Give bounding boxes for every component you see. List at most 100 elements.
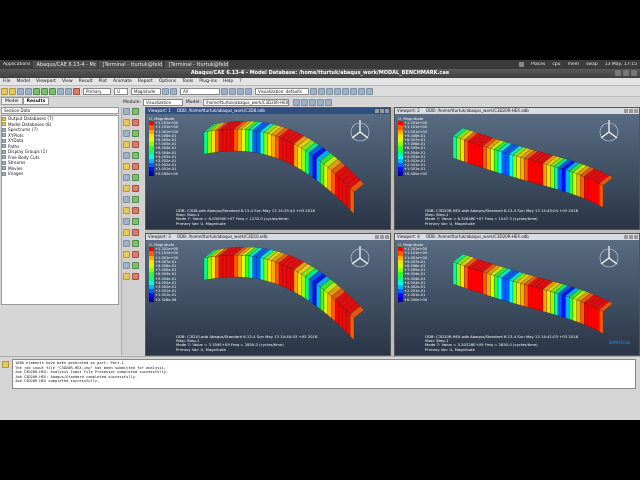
tab-results[interactable]: Results xyxy=(22,97,50,105)
view-triad-icon[interactable] xyxy=(348,118,372,142)
viewport-title-bar[interactable]: Viewport: 2 ODB: /home/tturtuk/abaqus_wor… xyxy=(395,108,639,114)
contour-options-icon[interactable] xyxy=(123,152,130,159)
section-points-icon[interactable] xyxy=(123,251,130,258)
menu-item-7[interactable]: Report xyxy=(138,79,153,84)
visualization-defaults-select[interactable]: Visualization: defaults xyxy=(255,87,309,95)
close-icon[interactable] xyxy=(385,235,389,239)
maximize-icon[interactable] xyxy=(380,109,384,113)
viewport-title-bar[interactable]: Viewport: 1 ODB: /home/tturtuk/abaqus_wor… xyxy=(146,108,390,114)
taskbar-item-terminal-1[interactable]: [Terminal - tturtuk@feldus... xyxy=(98,61,163,68)
view-right-icon[interactable] xyxy=(350,87,357,95)
menu-item-5[interactable]: Plot xyxy=(99,79,107,84)
maximize-icon[interactable] xyxy=(623,70,629,76)
menu-item-3[interactable]: View xyxy=(62,79,73,84)
menu-item-9[interactable]: Tools xyxy=(182,79,193,84)
stream-icon[interactable] xyxy=(123,229,130,236)
view-left-icon[interactable] xyxy=(342,87,349,95)
menu-item-0[interactable]: File xyxy=(3,79,11,84)
close-icon[interactable] xyxy=(634,235,638,239)
hidden-line-icon[interactable] xyxy=(237,87,244,95)
allow-multiple-plots-icon[interactable] xyxy=(132,130,139,137)
menu-item-2[interactable]: Viewport xyxy=(36,79,56,84)
all-selector[interactable]: All xyxy=(180,87,220,95)
common-options-icon[interactable] xyxy=(132,141,139,148)
viewport-title-bar[interactable]: Viewport: 4 ODB: /home/tturtuk/abaqus_wor… xyxy=(395,234,639,240)
plot-material-orientations-icon[interactable] xyxy=(123,130,130,137)
wireframe-icon[interactable] xyxy=(229,87,236,95)
minimize-icon[interactable] xyxy=(615,70,621,76)
new-file-icon[interactable] xyxy=(1,87,8,95)
symbol-options-icon[interactable] xyxy=(132,152,139,159)
session-data-filter[interactable]: Session Data xyxy=(1,107,119,114)
step-frame-icon[interactable] xyxy=(132,251,139,258)
viewport-3[interactable]: Viewport: 3 ODB: /home/tturtuk/abaqus_wor… xyxy=(145,233,391,356)
cycle-views-icon[interactable] xyxy=(73,87,80,95)
rotate-icon[interactable] xyxy=(41,87,48,95)
query-info-icon[interactable] xyxy=(132,218,139,225)
animate-time-icon[interactable] xyxy=(132,163,139,170)
step-next-icon[interactable] xyxy=(316,98,324,106)
plot-deformed-icon[interactable] xyxy=(132,108,139,115)
print-icon[interactable] xyxy=(25,87,32,95)
color-code-icon[interactable] xyxy=(123,262,130,269)
menu-item-6[interactable]: Animate xyxy=(113,79,132,84)
plot-symbols-icon[interactable] xyxy=(132,119,139,126)
minimize-icon[interactable] xyxy=(624,235,628,239)
view-front-icon[interactable] xyxy=(310,87,317,95)
component-select[interactable]: Magnitude xyxy=(131,87,161,95)
animation-options-icon[interactable] xyxy=(132,174,139,181)
menu-item-8[interactable]: Options xyxy=(159,79,176,84)
layer-icon[interactable] xyxy=(132,262,139,269)
step-prev-icon[interactable] xyxy=(300,98,308,106)
report-icon[interactable] xyxy=(132,273,139,280)
maximize-icon[interactable] xyxy=(629,109,633,113)
viewport-title-bar[interactable]: Viewport: 3 ODB: /home/tturtuk/abaqus_wor… xyxy=(146,234,390,240)
maximize-icon[interactable] xyxy=(380,235,384,239)
view-cut-icon[interactable] xyxy=(132,196,139,203)
module-select[interactable]: Visualization xyxy=(142,98,183,106)
field-output-icon[interactable] xyxy=(123,240,130,247)
menu-item-10[interactable]: Plug-ins xyxy=(199,79,217,84)
xy-plotter-icon[interactable] xyxy=(132,185,139,192)
minimize-icon[interactable] xyxy=(375,109,379,113)
view-top-icon[interactable] xyxy=(326,87,333,95)
open-file-icon[interactable] xyxy=(9,87,16,95)
superimpose-icon[interactable] xyxy=(123,141,130,148)
deformed-shape-icon[interactable] xyxy=(162,87,169,95)
field-select[interactable]: U xyxy=(114,87,128,95)
zoom-icon[interactable] xyxy=(49,87,56,95)
menu-item-4[interactable]: Result xyxy=(79,79,93,84)
close-icon[interactable] xyxy=(385,109,389,113)
animate-harmonic-icon[interactable] xyxy=(123,174,130,181)
create-display-group-icon[interactable] xyxy=(123,207,130,214)
window-title-bar[interactable]: Abaqus/CAE 6.13-4 - Model Database: /hom… xyxy=(0,69,640,78)
box-zoom-icon[interactable] xyxy=(57,87,64,95)
step-last-icon[interactable] xyxy=(324,98,332,106)
remove-display-group-icon[interactable] xyxy=(132,207,139,214)
animate-scale-icon[interactable] xyxy=(123,163,130,170)
clock[interactable]: 13 May, 17:15 xyxy=(605,62,637,67)
plot-undeformed-icon[interactable] xyxy=(123,108,130,115)
replace-display-group-icon[interactable] xyxy=(123,218,130,225)
view-triad-icon[interactable] xyxy=(597,118,621,142)
view-triad-icon[interactable] xyxy=(597,244,621,268)
mirror-icon[interactable] xyxy=(132,240,139,247)
menu-item-12[interactable]: ? xyxy=(239,79,241,84)
create-xy-data-icon[interactable] xyxy=(123,185,130,192)
menu-item-1[interactable]: Model xyxy=(17,79,31,84)
view-iso-icon[interactable] xyxy=(358,87,365,95)
view-triad-icon[interactable] xyxy=(348,244,372,268)
taskbar-item-terminal-2[interactable]: [Terminal - tturtuk@feldus... xyxy=(164,61,229,68)
filled-icon[interactable] xyxy=(245,87,252,95)
tree-node[interactable]: Images xyxy=(2,171,118,177)
probe-values-icon[interactable] xyxy=(123,273,130,280)
viewport-1[interactable]: Viewport: 1 ODB: /home/tturtuk/abaqus_wor… xyxy=(145,107,391,230)
close-icon[interactable] xyxy=(631,70,637,76)
viewport-2[interactable]: Viewport: 2 ODB: /home/tturtuk/abaqus_wor… xyxy=(394,107,640,230)
query-icon[interactable] xyxy=(366,87,373,95)
view-back-icon[interactable] xyxy=(318,87,325,95)
free-body-icon[interactable] xyxy=(132,229,139,236)
pan-icon[interactable] xyxy=(33,87,40,95)
step-first-icon[interactable] xyxy=(292,98,300,106)
contour-plot-icon[interactable] xyxy=(170,87,177,95)
